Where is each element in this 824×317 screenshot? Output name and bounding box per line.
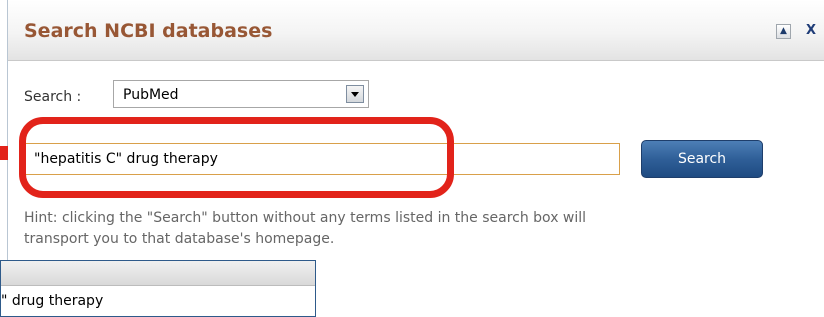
chevron-down-icon[interactable] bbox=[346, 85, 364, 103]
search-label: Search : bbox=[24, 89, 82, 105]
panel-title: Search NCBI databases bbox=[24, 20, 273, 42]
annotation-edge-mark bbox=[0, 146, 8, 160]
search-input-value: "hepatitis C" drug therapy bbox=[34, 151, 218, 167]
database-select-value: PubMed bbox=[123, 87, 179, 103]
triangle-up-icon[interactable]: ▲ bbox=[776, 24, 791, 39]
close-button[interactable]: X bbox=[804, 24, 818, 37]
search-button[interactable]: Search bbox=[641, 140, 763, 178]
hint-text: Hint: clicking the "Search" button witho… bbox=[24, 208, 804, 250]
suggestion-item[interactable]: " drug therapy bbox=[1, 293, 103, 309]
suggestion-dropdown: " drug therapy bbox=[0, 260, 316, 317]
hint-line-2: transport you to that database's homepag… bbox=[24, 231, 335, 247]
panel-header: Search NCBI databases ▲ X bbox=[8, 0, 824, 61]
search-input[interactable]: "hepatitis C" drug therapy bbox=[24, 143, 620, 175]
hint-line-1: Hint: clicking the "Search" button witho… bbox=[24, 210, 587, 226]
suggestion-dropdown-header bbox=[1, 261, 315, 286]
database-select[interactable]: PubMed bbox=[113, 80, 369, 108]
